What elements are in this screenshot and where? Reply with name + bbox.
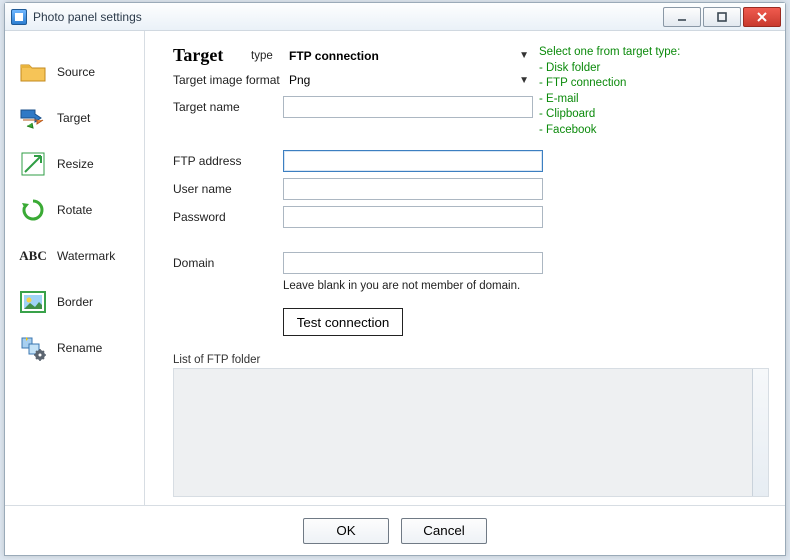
- cancel-button[interactable]: Cancel: [401, 518, 487, 544]
- target-arrow-icon: [19, 104, 47, 132]
- sidebar-item-source[interactable]: Source: [19, 49, 136, 95]
- hint-title: Select one from target type:: [539, 45, 739, 61]
- hint-item: - FTP connection: [539, 76, 739, 92]
- settings-window: Photo panel settings Source: [4, 2, 786, 556]
- sidebar-item-label: Source: [57, 65, 95, 79]
- test-connection-button[interactable]: Test connection: [283, 308, 403, 336]
- titlebar: Photo panel settings: [5, 3, 785, 31]
- sidebar-item-label: Watermark: [57, 249, 115, 263]
- page-title: Target: [173, 45, 251, 66]
- minimize-button[interactable]: [663, 7, 701, 27]
- sidebar-item-border[interactable]: Border: [19, 279, 136, 325]
- border-icon: [19, 288, 47, 316]
- format-select-value: Png: [289, 73, 310, 87]
- target-name-input[interactable]: [283, 96, 533, 118]
- sidebar-item-label: Resize: [57, 157, 94, 171]
- window-title: Photo panel settings: [33, 10, 661, 24]
- format-select[interactable]: Png ▼: [283, 70, 533, 90]
- main-panel: Target type FTP connection ▼ Target imag…: [145, 31, 785, 505]
- hint-item: - Facebook: [539, 123, 739, 139]
- window-controls: [661, 7, 781, 27]
- rename-gear-icon: [19, 334, 47, 362]
- sidebar-item-target[interactable]: Target: [19, 95, 136, 141]
- hint-item: - Clipboard: [539, 107, 739, 123]
- username-input[interactable]: [283, 178, 543, 200]
- sidebar-item-resize[interactable]: Resize: [19, 141, 136, 187]
- close-button[interactable]: [743, 7, 781, 27]
- type-select[interactable]: FTP connection ▼: [283, 46, 533, 66]
- sidebar-item-label: Border: [57, 295, 93, 309]
- maximize-button[interactable]: [703, 7, 741, 27]
- ftp-address-input[interactable]: [283, 150, 543, 172]
- watermark-abc-icon: ABC: [19, 242, 47, 270]
- sidebar-item-rename[interactable]: Rename: [19, 325, 136, 371]
- domain-label: Domain: [173, 256, 283, 270]
- close-icon: [756, 11, 768, 23]
- ftp-folder-list-label: List of FTP folder: [173, 354, 769, 366]
- maximize-icon: [716, 11, 728, 23]
- hint-item: - Disk folder: [539, 61, 739, 77]
- resize-icon: [19, 150, 47, 178]
- sidebar-item-label: Target: [57, 111, 90, 125]
- chevron-down-icon: ▼: [519, 50, 529, 61]
- target-type-hint: Select one from target type: - Disk fold…: [539, 45, 739, 138]
- ftp-address-label: FTP address: [173, 154, 283, 168]
- type-select-value: FTP connection: [289, 49, 379, 63]
- hint-item: - E-mail: [539, 92, 739, 108]
- sidebar-item-label: Rename: [57, 341, 102, 355]
- sidebar-item-label: Rotate: [57, 203, 92, 217]
- ftp-folder-list[interactable]: [173, 368, 769, 497]
- format-label: Target image format: [173, 73, 283, 87]
- dialog-footer: OK Cancel: [5, 505, 785, 555]
- sidebar-item-watermark[interactable]: ABC Watermark: [19, 233, 136, 279]
- chevron-down-icon: ▼: [519, 75, 529, 86]
- sidebar: Source Target Resize: [5, 31, 145, 505]
- minimize-icon: [676, 11, 688, 23]
- ok-button[interactable]: OK: [303, 518, 389, 544]
- sidebar-item-rotate[interactable]: Rotate: [19, 187, 136, 233]
- target-name-label: Target name: [173, 100, 283, 114]
- type-label: type: [251, 50, 283, 62]
- scrollbar[interactable]: [752, 369, 768, 496]
- folder-icon: [19, 58, 47, 86]
- password-input[interactable]: [283, 206, 543, 228]
- domain-input[interactable]: [283, 252, 543, 274]
- username-label: User name: [173, 182, 283, 196]
- app-icon: [11, 9, 27, 25]
- password-label: Password: [173, 210, 283, 224]
- rotate-icon: [19, 196, 47, 224]
- domain-hint: Leave blank in you are not member of dom…: [283, 280, 769, 292]
